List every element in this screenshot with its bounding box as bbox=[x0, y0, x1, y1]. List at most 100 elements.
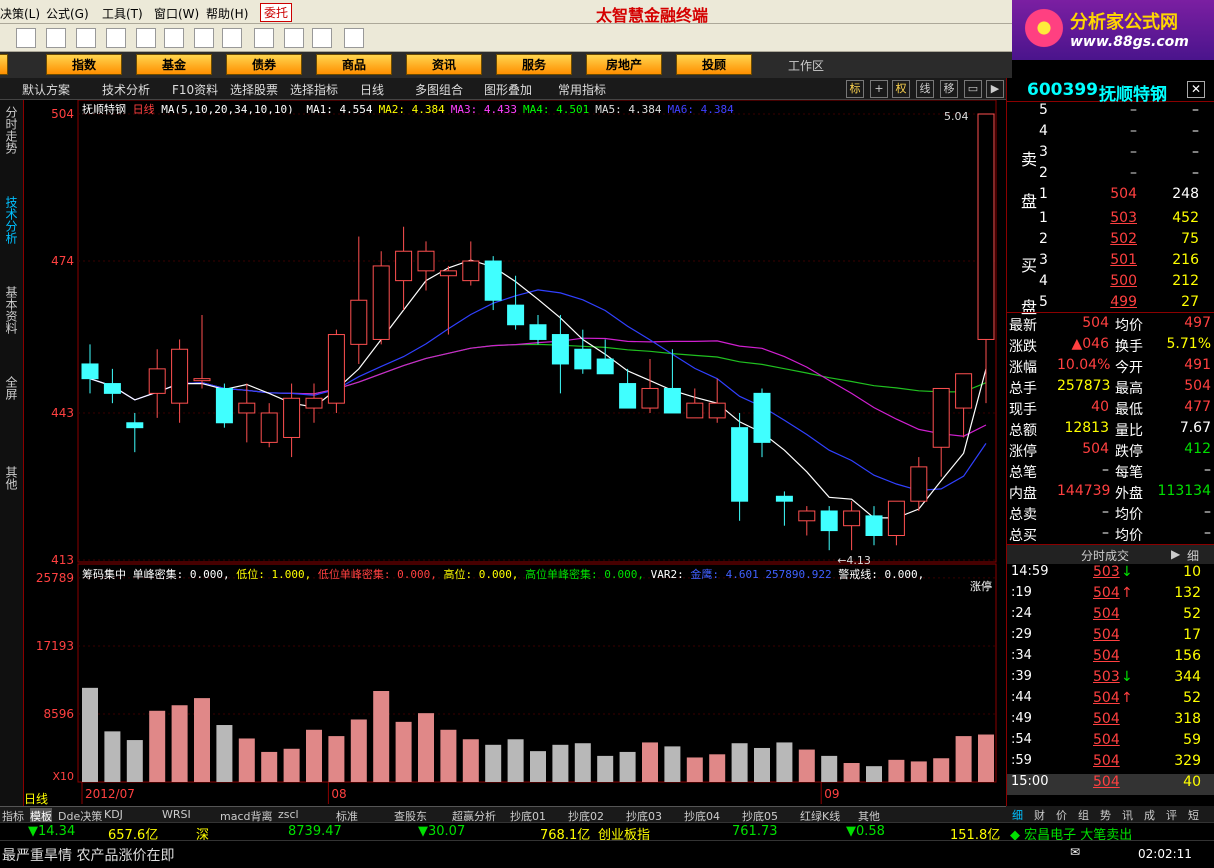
crosshair-button[interactable]: + bbox=[870, 80, 888, 98]
ticks-title: 分时成交 bbox=[1081, 549, 1130, 563]
app-brand: 太智慧金融终端 bbox=[596, 6, 709, 25]
tick-row: :59 504 329 bbox=[1007, 753, 1214, 774]
right-tab[interactable]: 势 bbox=[1100, 807, 1111, 823]
period-button[interactable]: 日线 bbox=[360, 81, 384, 98]
ticker-item[interactable]: ▼30.07 bbox=[418, 824, 465, 839]
tick-row: :49 504 318 bbox=[1007, 711, 1214, 732]
tick-price: 504 bbox=[1093, 753, 1120, 769]
volume-bar bbox=[664, 746, 681, 782]
category-bond[interactable]: 债券 bbox=[226, 54, 302, 75]
tick-volume: 17 bbox=[1183, 627, 1201, 643]
window-icon[interactable] bbox=[284, 28, 304, 48]
right-tab[interactable]: 价 bbox=[1056, 807, 1067, 823]
quote-icon[interactable] bbox=[136, 28, 156, 48]
bars-icon[interactable] bbox=[46, 28, 66, 48]
shortcut-icon[interactable] bbox=[106, 28, 126, 48]
ticker-item[interactable]: 8739.47 bbox=[288, 824, 342, 839]
quote-key: 总手 bbox=[1009, 381, 1037, 397]
price-tick-label: 474 bbox=[51, 254, 74, 268]
right-tab[interactable]: 讯 bbox=[1122, 807, 1133, 823]
tick-volume: 40 bbox=[1183, 774, 1201, 790]
candle-body bbox=[574, 348, 592, 370]
tab-intraday[interactable]: 分时走势 bbox=[4, 106, 20, 154]
bottom-tab[interactable]: WRSI bbox=[162, 808, 191, 821]
rights-button[interactable]: 权 bbox=[892, 80, 910, 98]
diamond-icon[interactable] bbox=[164, 28, 184, 48]
menu-decision[interactable]: 决策(L) bbox=[0, 5, 40, 22]
right-tab[interactable]: 短 bbox=[1188, 807, 1199, 823]
quote-row: 总手 257873 最高 504 bbox=[1007, 378, 1214, 399]
tab-fundamentals[interactable]: 基本资料 bbox=[4, 286, 20, 334]
ticker-item[interactable]: 761.73 bbox=[732, 824, 778, 839]
volume-bar bbox=[776, 742, 793, 782]
select-indicator-button[interactable]: 选择指标 bbox=[290, 81, 338, 98]
buy-volume: 27 bbox=[1181, 294, 1199, 310]
mark-button[interactable]: 标 bbox=[846, 80, 864, 98]
category-realestate[interactable]: 房地产 bbox=[586, 54, 662, 75]
close-icon[interactable]: ✕ bbox=[1187, 81, 1205, 98]
quote-value: 504 bbox=[1082, 315, 1109, 331]
window-icon[interactable]: ▭ bbox=[964, 80, 982, 98]
tech-analysis-button[interactable]: 技术分析 bbox=[102, 81, 150, 98]
menu-window[interactable]: 窗口(W) bbox=[154, 5, 199, 22]
right-tab[interactable]: 成 bbox=[1144, 807, 1155, 823]
bottom-tab[interactable]: zscl bbox=[278, 808, 299, 821]
mail-icon[interactable]: ✉ bbox=[1070, 845, 1080, 859]
period-toggle[interactable]: 日线 bbox=[24, 790, 48, 807]
workarea-label[interactable]: 工作区 bbox=[788, 57, 824, 74]
select-stock-button[interactable]: 选择股票 bbox=[230, 81, 278, 98]
category-fund[interactable]: 基金 bbox=[136, 54, 212, 75]
books-icon[interactable] bbox=[312, 28, 332, 48]
right-tab[interactable]: 细 bbox=[1012, 807, 1023, 823]
category-news[interactable]: 资讯 bbox=[406, 54, 482, 75]
volume-bar bbox=[754, 747, 770, 782]
sell-level-num: 3 bbox=[1039, 144, 1048, 160]
tab-technical[interactable]: 技术分析 bbox=[4, 196, 20, 244]
ticker-item[interactable]: ▼0.58 bbox=[846, 824, 885, 839]
vol-legend-1: 单峰密集: 0.000, bbox=[132, 568, 230, 581]
quote-key: 均价 bbox=[1115, 528, 1143, 544]
bottom-tab[interactable]: KDJ bbox=[104, 808, 123, 821]
menu-formula[interactable]: 公式(G) bbox=[46, 5, 89, 22]
line-button[interactable]: 线 bbox=[916, 80, 934, 98]
ticks-detail-button[interactable]: 细 bbox=[1187, 547, 1199, 564]
move-button[interactable]: 移 bbox=[940, 80, 958, 98]
common-indicator-button[interactable]: 常用指标 bbox=[558, 81, 606, 98]
menu-help[interactable]: 帮助(H) bbox=[206, 5, 248, 22]
print-icon[interactable] bbox=[254, 28, 274, 48]
ticker-item[interactable]: ▼14.34 bbox=[28, 824, 75, 839]
menu-tools[interactable]: 工具(T) bbox=[102, 5, 143, 22]
candle-body bbox=[596, 358, 614, 375]
play-icon[interactable]: ▶ bbox=[986, 80, 1004, 98]
indicator-tabs: 指标 模板 Dde决策 KDJ WRSI macd背离 zscl 标准 查股东 超赢分析 抄底01 抄… bbox=[0, 806, 1006, 824]
quote-key: 涨停 bbox=[1009, 444, 1037, 460]
candle-body bbox=[283, 397, 301, 438]
tab-fullscreen[interactable]: 全屏 bbox=[4, 376, 20, 400]
trade-button[interactable]: 委托 bbox=[260, 3, 293, 22]
right-tab[interactable]: 财 bbox=[1034, 807, 1045, 823]
category-commodity[interactable]: 商品 bbox=[316, 54, 392, 75]
tick-price: 504 bbox=[1093, 774, 1120, 790]
kline-chart[interactable]: 抚顺特钢 日线 MA(5,10,20,34,10,10) MA1: 4.554 M… bbox=[24, 100, 1006, 806]
quote-row: 涨跌 ▲046 换手 5.71% bbox=[1007, 336, 1214, 357]
category-advisor[interactable]: 投顾 bbox=[676, 54, 752, 75]
category-index[interactable]: 指数 bbox=[46, 54, 122, 75]
right-bottom-tabs: 细财价组势讯成评短 bbox=[1006, 806, 1214, 822]
scheme-button[interactable]: 默认方案 bbox=[22, 81, 70, 98]
tab-other[interactable]: 其他 bbox=[4, 466, 20, 490]
play-icon[interactable]: ▶ bbox=[1171, 547, 1180, 561]
multi-chart-button[interactable]: 多图组合 bbox=[415, 81, 463, 98]
right-tab[interactable]: 评 bbox=[1166, 807, 1177, 823]
category-service[interactable]: 服务 bbox=[496, 54, 572, 75]
flag-icon[interactable] bbox=[16, 28, 36, 48]
category-stock[interactable]: 股 bbox=[0, 54, 8, 75]
overlay-button[interactable]: 图形叠加 bbox=[484, 81, 532, 98]
chart-icon[interactable] bbox=[194, 28, 214, 48]
news-headline[interactable]: 最严重旱情 农产品涨价在即 bbox=[2, 845, 174, 865]
quote-panel: 600399 抚顺特钢 ✕ 卖 盘 买 盘 5– –4– –3– –2– –1 504 24… bbox=[1006, 78, 1214, 806]
f10-button[interactable]: F10资料 bbox=[172, 81, 218, 98]
help-icon[interactable] bbox=[344, 28, 364, 48]
right-tab[interactable]: 组 bbox=[1078, 807, 1089, 823]
globe-icon[interactable] bbox=[222, 28, 242, 48]
binoculars-icon[interactable] bbox=[76, 28, 96, 48]
